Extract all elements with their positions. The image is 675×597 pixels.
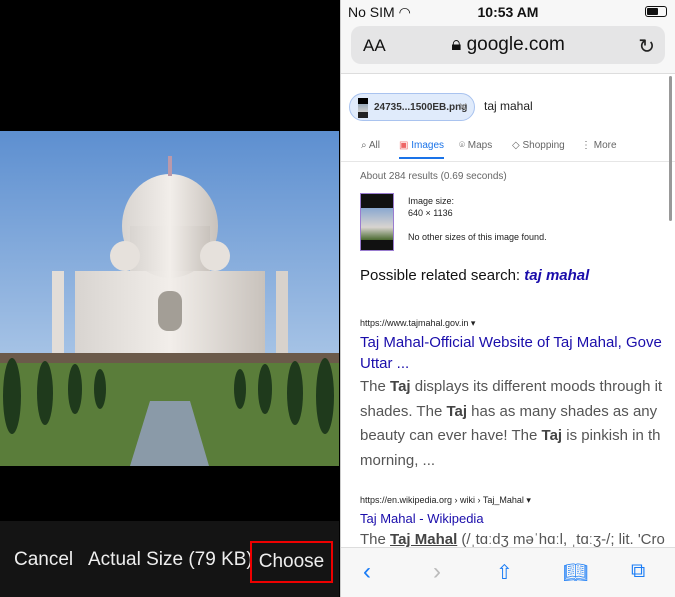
result-cite: https://en.wikipedia.org › wiki › Taj_Ma… [360, 495, 531, 505]
share-icon[interactable]: ⇧ [496, 560, 513, 585]
tag-icon: ◇ [512, 140, 520, 151]
actual-size-button[interactable]: Actual Size (79 KB) [88, 549, 253, 571]
back-icon[interactable]: ‹ [363, 558, 371, 586]
choose-button[interactable]: Choose [250, 541, 333, 583]
image-picker: Cancel Actual Size (79 KB) Choose [0, 0, 339, 597]
result-snippet: The Taj displays its different moods thr… [360, 375, 662, 473]
result-cite: https://www.tajmahal.gov.in ▾ [360, 318, 476, 328]
tab-label: Shopping [522, 140, 565, 151]
image-thumbnail[interactable] [360, 193, 394, 251]
address-bar[interactable]: AA 🔒︎ google.com ↻ [351, 26, 665, 64]
tabs-icon[interactable]: ⧉ [631, 560, 645, 583]
result-stats: About 284 results (0.69 seconds) [360, 171, 507, 182]
lock-icon: 🔒︎ [451, 34, 462, 55]
tab-more[interactable]: ⋮ More [581, 140, 617, 151]
browser-toolbar: ‹ › ⇧ 📖︎ ⧉ [341, 547, 675, 597]
status-bar: No SIM ◠ 10:53 AM [341, 0, 675, 24]
related-prefix: Possible related search: [360, 267, 521, 284]
chip-filename: 24735...1500EB.png [374, 102, 468, 113]
title-line: Uttar ... [360, 355, 410, 372]
no-other-sizes: No other sizes of this image found. [408, 232, 547, 242]
more-icon: ⋮ [581, 140, 591, 151]
choose-label: Choose [258, 551, 325, 572]
safari-window: No SIM ◠ 10:53 AM AA 🔒︎ google.com ↻ 247… [340, 0, 675, 597]
scrollbar[interactable] [669, 76, 672, 221]
clock: 10:53 AM [477, 4, 539, 20]
title-line: Taj Mahal-Official Website of Taj Mahal,… [360, 334, 662, 351]
forward-icon[interactable]: › [433, 558, 441, 586]
address-area: AA 🔒︎ google.com ↻ [341, 24, 675, 74]
image-chip[interactable]: 24735...1500EB.png ✕ [349, 93, 475, 121]
chip-thumbnail [358, 98, 368, 118]
result-title-link[interactable]: Taj Mahal - Wikipedia [360, 508, 484, 529]
image-size-info: Image size: 640 × 1136 No other sizes of… [408, 195, 547, 243]
search-box[interactable]: 24735...1500EB.png ✕ taj mahal [347, 92, 675, 122]
tab-all[interactable]: ⌕ All [361, 140, 380, 151]
snippet-line: beauty can ever have! The Taj is pinkish… [360, 427, 661, 444]
url-display: 🔒︎ google.com [351, 34, 665, 56]
tab-label: Images [411, 140, 445, 151]
result-title-link[interactable]: Taj Mahal-Official Website of Taj Mahal,… [360, 332, 662, 374]
taj-mahal-photo [0, 131, 339, 466]
tab-images[interactable]: ▣ Images [399, 140, 445, 159]
tab-label: All [368, 140, 380, 151]
search-tabs: ⌕ All ▣ Images ⌾ Maps ◇ Shopping ⋮ More [341, 138, 675, 162]
snippet-line: morning, ... [360, 451, 436, 469]
image-size-value: 640 × 1136 [408, 208, 453, 218]
picker-toolbar: Cancel Actual Size (79 KB) Choose [0, 521, 339, 597]
url-text: google.com [466, 34, 565, 55]
close-icon[interactable]: ✕ [458, 100, 468, 114]
image-size-label: Image size: [408, 196, 455, 206]
tab-shopping[interactable]: ◇ Shopping [512, 140, 565, 151]
image-icon: ▣ [399, 140, 409, 151]
search-icon: ⌕ [361, 140, 367, 151]
map-pin-icon: ⌾ [459, 140, 465, 151]
snippet-line: The Taj displays its different moods thr… [360, 378, 663, 395]
related-link[interactable]: taj mahal [524, 267, 589, 284]
battery-icon [645, 6, 667, 17]
tab-label: More [593, 140, 617, 151]
reload-icon[interactable]: ↻ [638, 34, 655, 59]
search-input[interactable]: taj mahal [484, 99, 533, 113]
tab-maps[interactable]: ⌾ Maps [459, 140, 492, 151]
related-search: Possible related search: taj mahal [360, 267, 589, 284]
cancel-button[interactable]: Cancel [14, 549, 73, 571]
bookmarks-icon[interactable]: 📖︎ [563, 560, 588, 585]
snippet-line: shades. The Taj has as many shades as an… [360, 402, 658, 420]
tab-label: Maps [467, 140, 493, 151]
